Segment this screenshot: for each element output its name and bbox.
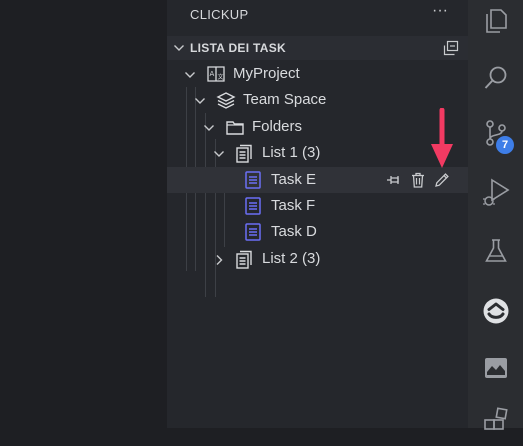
list-document-icon [236, 250, 252, 269]
tree-item-label: Task F [271, 197, 316, 214]
activity-image-preview[interactable] [468, 345, 523, 393]
tree-item-list-2[interactable]: List 2 (3) [167, 246, 468, 272]
arrow-down-annotation-icon [431, 108, 453, 168]
folder-icon [226, 121, 244, 135]
activity-source-control[interactable] [468, 110, 523, 158]
extensions-icon [484, 407, 508, 430]
panel-title: CLICKUP [190, 7, 249, 22]
layers-icon [216, 92, 236, 109]
clickup-sidebar: CLICKUP ··· LISTA DEI TASK A 文 MyProject [167, 0, 468, 428]
chevron-down-icon [214, 151, 224, 157]
chevron-right-icon [216, 255, 223, 265]
tree-item-label: List 2 (3) [262, 250, 321, 267]
edit-pencil-icon[interactable] [433, 171, 451, 189]
pin-icon[interactable] [385, 171, 403, 189]
chevron-down-icon [174, 45, 184, 51]
trash-icon[interactable] [409, 171, 427, 189]
tree-item-task[interactable]: Task D [167, 219, 468, 245]
section-title: LISTA DEI TASK [190, 41, 286, 55]
tree-item-label: Team Space [243, 91, 327, 108]
clickup-icon [483, 298, 509, 324]
editor-area [0, 0, 167, 428]
chevron-down-icon [195, 98, 205, 104]
activity-explorer[interactable] [468, 0, 523, 48]
tree-item-list-1[interactable]: List 1 (3) [167, 140, 468, 166]
activity-search[interactable] [468, 55, 523, 103]
chevron-down-icon [204, 125, 214, 131]
tree-item-label: Folders [252, 118, 303, 135]
flask-icon [485, 239, 507, 262]
image-preview-icon [485, 358, 507, 378]
tree-item-label: Task E [271, 171, 317, 188]
svg-text:A: A [210, 70, 215, 78]
list-document-icon [236, 144, 252, 163]
activity-bar: 7 [468, 0, 523, 430]
svg-text:文: 文 [218, 73, 224, 81]
tree-item-task[interactable]: Task F [167, 193, 468, 219]
tree-item-label: MyProject [233, 65, 300, 82]
files-icon [486, 9, 507, 33]
tree-item-label: Task D [271, 223, 317, 240]
collapse-all-icon[interactable] [443, 40, 459, 56]
tree-item-project[interactable]: A 文 MyProject [167, 61, 468, 87]
task-document-icon [245, 197, 261, 215]
chevron-down-icon [185, 72, 195, 78]
activity-clickup[interactable] [468, 288, 523, 336]
tree-item-space[interactable]: Team Space [167, 87, 468, 113]
more-actions-button[interactable]: ··· [429, 3, 451, 23]
task-document-icon [245, 171, 261, 189]
tree-item-folder[interactable]: Folders [167, 114, 468, 140]
activity-extensions[interactable] [468, 398, 523, 446]
section-header-task-list[interactable]: LISTA DEI TASK [167, 36, 468, 60]
scm-count-badge: 7 [496, 136, 514, 154]
project-book-icon: A 文 [207, 66, 225, 82]
activity-run-debug[interactable] [468, 168, 523, 216]
run-debug-icon [483, 178, 510, 206]
tree-item-task[interactable]: Task E [167, 167, 468, 193]
search-icon [484, 66, 507, 89]
tree-item-label: List 1 (3) [262, 144, 321, 161]
task-document-icon [245, 223, 261, 241]
activity-testing[interactable] [468, 228, 523, 276]
